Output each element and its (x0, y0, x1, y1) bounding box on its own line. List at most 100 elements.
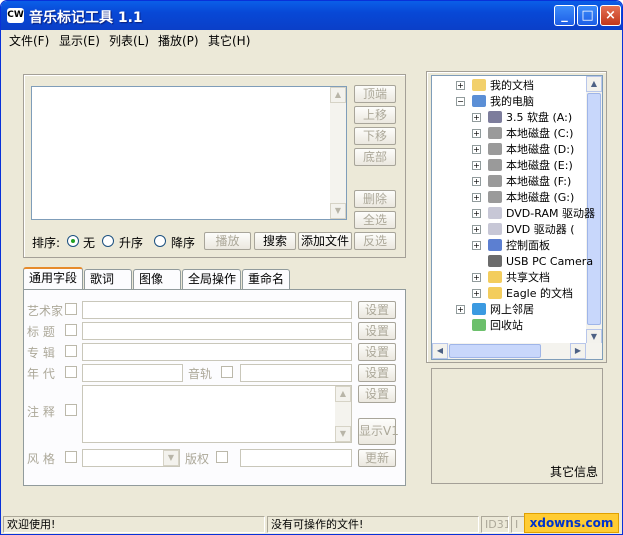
genre-select[interactable]: ▼ (82, 449, 180, 467)
move-up-button[interactable]: 上移 (354, 106, 396, 124)
tree-node[interactable]: + 本地磁盘 (D:) (432, 142, 586, 157)
file-list[interactable]: ▲ ▼ (31, 86, 347, 220)
scroll-up-arrow-icon[interactable]: ▲ (330, 87, 346, 103)
disk-icon (488, 191, 502, 203)
tree-hscroll[interactable]: ◀ ▶ (432, 343, 602, 359)
expand-icon[interactable]: + (472, 161, 481, 170)
copyright-field[interactable] (240, 449, 352, 467)
comment-scrollbar[interactable]: ▲ ▼ (335, 386, 351, 442)
collapse-icon[interactable]: − (456, 97, 465, 106)
tree-node[interactable]: + DVD-RAM 驱动器 (432, 206, 595, 221)
tree-node[interactable]: − 我的电脑 (432, 94, 586, 109)
tree-scroll-left-icon[interactable]: ◀ (432, 343, 448, 359)
tree-node[interactable]: + 网上邻居 (432, 302, 586, 317)
title-bar[interactable]: CW 音乐标记工具 1.1 _ □ × (1, 1, 622, 30)
move-top-button[interactable]: 顶端 (354, 85, 396, 103)
artist-field[interactable] (82, 301, 352, 319)
tree-node[interactable]: + Eagle 的文档 (432, 286, 586, 301)
sort-desc-radio[interactable] (154, 235, 166, 247)
year-checkbox[interactable] (65, 366, 77, 378)
play-button[interactable]: 播放 (204, 232, 251, 250)
move-down-button[interactable]: 下移 (354, 127, 396, 145)
title-set-button[interactable]: 设置 (358, 322, 396, 340)
tree-node[interactable]: + 本地磁盘 (E:) (432, 158, 586, 173)
year-set-button[interactable]: 设置 (358, 364, 396, 382)
tree-node[interactable]: USB PC Camera (432, 254, 593, 269)
tab-rename[interactable]: 重命名 (242, 269, 290, 289)
expand-icon[interactable]: + (472, 177, 481, 186)
scroll-down-arrow-icon[interactable]: ▼ (330, 203, 346, 219)
sort-asc-label: 升序 (119, 236, 144, 250)
year-field[interactable] (82, 364, 183, 382)
invert-selection-button[interactable]: 反选 (354, 232, 396, 250)
title-field[interactable] (82, 322, 352, 340)
comment-field[interactable]: ▲ ▼ (82, 385, 352, 443)
tree-node[interactable]: + 共享文档 (432, 270, 586, 285)
menu-file[interactable]: 文件(F) (9, 32, 49, 49)
expand-icon[interactable]: + (472, 241, 481, 250)
comment-scroll-up-icon[interactable]: ▲ (335, 386, 351, 402)
comment-scroll-down-icon[interactable]: ▼ (335, 426, 351, 442)
file-list-scrollbar[interactable]: ▲ ▼ (330, 87, 346, 219)
album-checkbox[interactable] (65, 345, 77, 357)
title-checkbox[interactable] (65, 324, 77, 336)
menu-play[interactable]: 播放(P) (158, 32, 199, 49)
tab-image[interactable]: 图像 (133, 269, 181, 289)
expand-icon[interactable]: + (472, 113, 481, 122)
artist-checkbox[interactable] (65, 303, 77, 315)
expand-icon[interactable]: + (472, 209, 481, 218)
comment-set-button[interactable]: 设置 (358, 385, 396, 403)
dvd-icon (488, 207, 502, 219)
tree-node[interactable]: + 控制面板 (432, 238, 586, 253)
expand-icon[interactable]: + (472, 193, 481, 202)
tree-node[interactable]: + DVD 驱动器 ( (432, 222, 586, 237)
show-v1-button[interactable]: 显示V1 (358, 418, 399, 445)
sort-none-radio[interactable] (67, 235, 79, 247)
artist-set-button[interactable]: 设置 (358, 301, 396, 319)
close-button[interactable]: × (600, 5, 621, 26)
tree-scroll-up-icon[interactable]: ▲ (586, 76, 602, 92)
expand-icon[interactable]: + (472, 273, 481, 282)
menu-list[interactable]: 列表(L) (109, 32, 149, 49)
sort-asc-radio[interactable] (102, 235, 114, 247)
tree-node[interactable]: + 我的文档 (432, 78, 586, 93)
tab-common-fields[interactable]: 通用字段 (23, 267, 83, 290)
delete-button[interactable]: 删除 (354, 190, 396, 208)
maximize-button[interactable]: □ (577, 5, 598, 26)
menu-view[interactable]: 显示(E) (59, 32, 100, 49)
genre-checkbox[interactable] (65, 451, 77, 463)
track-label: 音轨 (188, 367, 213, 381)
expand-icon[interactable]: + (472, 225, 481, 234)
expand-icon[interactable]: + (472, 145, 481, 154)
update-button[interactable]: 更新 (358, 449, 396, 467)
folder-tree[interactable]: ▲ ▼ ◀ ▶ + 我的文档 − 我的电脑 +3.5 软盘 (A:) + 本地磁盘 (C:)… (431, 75, 603, 360)
move-bottom-button[interactable]: 底部 (354, 148, 396, 166)
menu-other[interactable]: 其它(H) (208, 32, 250, 49)
tree-node[interactable]: + 本地磁盘 (F:) (432, 174, 586, 189)
tree-node[interactable]: + 本地磁盘 (C:) (432, 126, 586, 141)
tree-scroll-right-icon[interactable]: ▶ (570, 343, 586, 359)
tree-node-label: 本地磁盘 (G:) (506, 191, 575, 204)
expand-icon[interactable]: + (456, 81, 465, 90)
search-button[interactable]: 搜索 (254, 232, 296, 250)
genre-dropdown-icon[interactable]: ▼ (163, 450, 179, 466)
tree-node[interactable]: + 本地磁盘 (G:) (432, 190, 586, 205)
tab-global-ops[interactable]: 全局操作 (182, 269, 241, 289)
select-all-button[interactable]: 全选 (354, 211, 396, 229)
album-set-button[interactable]: 设置 (358, 343, 396, 361)
track-field[interactable] (240, 364, 352, 382)
copyright-checkbox[interactable] (216, 451, 228, 463)
expand-icon[interactable]: + (472, 129, 481, 138)
minimize-button[interactable]: _ (554, 5, 575, 26)
tree-node[interactable]: +3.5 软盘 (A:) (432, 110, 586, 125)
tab-lyrics[interactable]: 歌词 (84, 269, 132, 289)
tree-hscroll-thumb[interactable] (449, 344, 541, 358)
album-field[interactable] (82, 343, 352, 361)
track-checkbox[interactable] (221, 366, 233, 378)
expand-icon[interactable]: + (456, 305, 465, 314)
expand-icon[interactable]: + (472, 289, 481, 298)
tree-node[interactable]: 回收站 (432, 318, 586, 333)
tree-node-label: DVD-RAM 驱动器 (506, 207, 595, 220)
add-file-button[interactable]: 添加文件 (298, 232, 352, 250)
comment-checkbox[interactable] (65, 404, 77, 416)
